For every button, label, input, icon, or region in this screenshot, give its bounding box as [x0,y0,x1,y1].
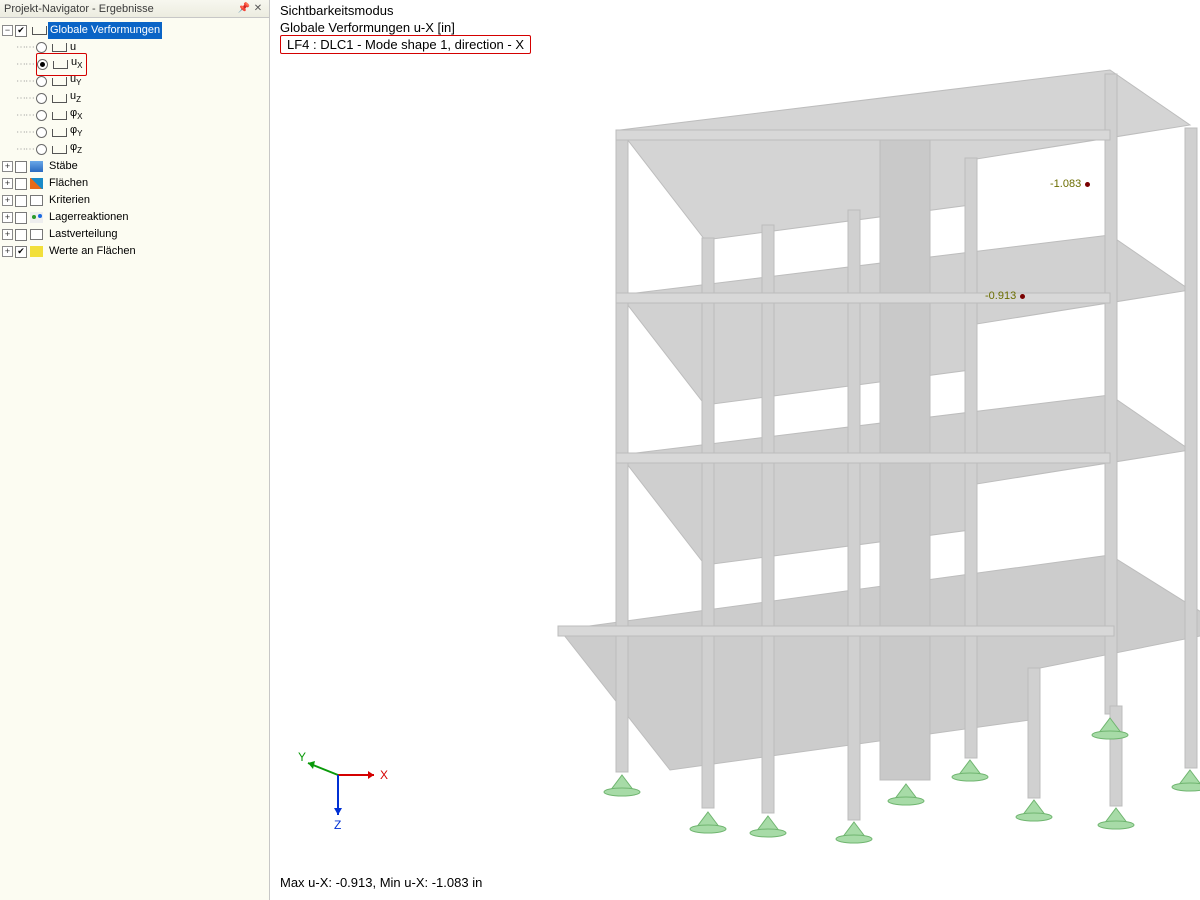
deform-icon [50,127,64,139]
expand-icon[interactable]: + [2,195,13,206]
navigator-panel: Projekt-Navigator - Ergebnisse 📌 ✕ − ✔ G… [0,0,270,900]
checkbox[interactable] [15,178,27,190]
deform-icon [50,76,64,88]
tree-item-kriterien[interactable]: + Kriterien [2,192,267,209]
expand-icon[interactable]: + [2,246,13,257]
radio[interactable] [36,144,47,155]
tree-connector: ⋯⋯ [16,124,34,141]
tree-root-label[interactable]: Globale Verformungen [48,22,162,39]
expand-icon[interactable]: + [2,229,13,240]
expand-icon[interactable]: + [2,178,13,189]
checkbox[interactable] [15,229,27,241]
axis-triad: X Y Z [298,745,388,835]
expand-icon[interactable]: + [2,161,13,172]
checkbox[interactable] [15,161,27,173]
tree-item-deform-φy[interactable]: ⋯⋯ φY [2,124,267,141]
lager-icon [30,212,43,223]
tree-connector: ⋯⋯ [16,39,34,56]
deform-icon [50,93,64,105]
flach-icon [30,178,43,189]
close-icon[interactable]: ✕ [251,2,265,16]
tree-item-lagerreaktionen[interactable]: + Lagerreaktionen [2,209,267,226]
tree-item-deform-uy[interactable]: ⋯⋯ uY [2,73,267,90]
tree-root-row[interactable]: − ✔ Globale Verformungen [2,22,267,39]
wert-icon [30,246,43,257]
annotation-value: -1.083 [1050,178,1081,190]
axis-z-label: Z [334,818,341,832]
radio[interactable] [36,110,47,121]
deform-icon [30,25,44,37]
tree-item-werte-an-flächen[interactable]: + ✔ Werte an Flächen [2,243,267,260]
structure-model [270,0,1200,900]
radio[interactable] [36,127,47,138]
checkbox[interactable] [15,212,27,224]
tree-item-label: Lagerreaktionen [47,209,131,226]
radio[interactable] [36,42,47,53]
tree-item-label: Stäbe [47,158,80,175]
stab-icon [30,161,43,172]
tree-connector: ⋯⋯ [16,73,34,90]
radio[interactable] [36,76,47,87]
tree-item-label: Werte an Flächen [47,243,138,260]
radio[interactable] [36,93,47,104]
tree-item-deform-ux[interactable]: ⋯⋯uX [2,56,267,73]
tree-connector: ⋯⋯ [16,90,34,107]
annotation-point-icon [1085,182,1090,187]
model-viewport[interactable]: Sichtbarkeitsmodus Globale Verformungen … [270,0,1200,900]
tree-item-flächen[interactable]: + Flächen [2,175,267,192]
radio[interactable] [37,59,48,70]
tree-item-lastverteilung[interactable]: + Lastverteilung [2,226,267,243]
tree-item-deform-φz[interactable]: ⋯⋯ φZ [2,141,267,158]
tree-item-label: Lastverteilung [47,226,120,243]
checkbox[interactable]: ✔ [15,246,27,258]
tree-connector: ⋯⋯ [16,56,34,73]
checkbox[interactable] [15,195,27,207]
deform-icon [51,59,65,71]
pin-icon[interactable]: 📌 [237,2,251,16]
results-tree[interactable]: − ✔ Globale Verformungen ⋯⋯ u⋯⋯uX ⋯⋯ uY … [0,18,269,264]
deform-icon [50,144,64,156]
tree-item-deform-φx[interactable]: ⋯⋯ φX [2,107,267,124]
tree-connector: ⋯⋯ [16,107,34,124]
axis-x-label: X [380,768,388,782]
result-annotation: -0.913 [985,290,1025,302]
collapse-icon[interactable]: − [2,25,13,36]
tree-connector: ⋯⋯ [16,141,34,158]
tree-item-label: Flächen [47,175,90,192]
tree-item-label: Kriterien [47,192,92,209]
deform-icon [50,42,64,54]
tree-item-stäbe[interactable]: + Stäbe [2,158,267,175]
navigator-title: Projekt-Navigator - Ergebnisse [4,3,237,15]
annotation-point-icon [1020,294,1025,299]
last-icon [30,229,43,240]
checkbox[interactable]: ✔ [15,25,27,37]
viewport-status-text: Max u-X: -0.913, Min u-X: -1.083 in [280,875,482,890]
deform-icon [50,110,64,122]
axis-y-label: Y [298,750,306,764]
tree-item-deform-uz[interactable]: ⋯⋯ uZ [2,90,267,107]
result-annotation: -1.083 [1050,178,1090,190]
annotation-value: -0.913 [985,290,1016,302]
tree-item-label: φZ [68,139,84,159]
expand-icon[interactable]: + [2,212,13,223]
krit-icon [30,195,43,206]
navigator-header: Projekt-Navigator - Ergebnisse 📌 ✕ [0,0,269,18]
